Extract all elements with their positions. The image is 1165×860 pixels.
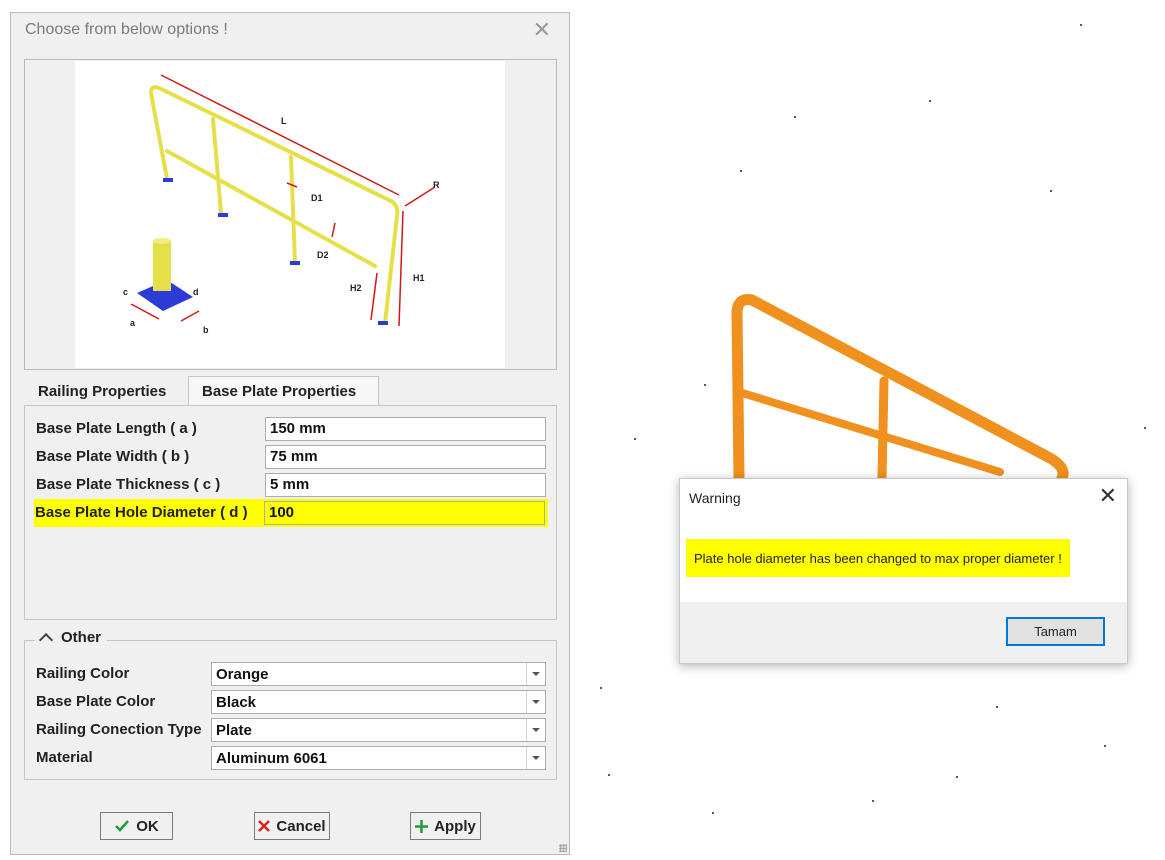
base-plate-mark [163, 178, 173, 182]
railing-3d-model [731, 294, 1069, 484]
cancel-button-label: Cancel [276, 817, 326, 835]
resize-grip[interactable] [559, 844, 567, 852]
prop-label-length: Base Plate Length ( a ) [36, 420, 197, 437]
railing-color-value: Orange [216, 666, 269, 683]
base-plate-mark [290, 261, 300, 265]
chevron-down-icon[interactable] [526, 691, 545, 713]
combo-row-base-plate-color: Base Plate Color Black [35, 690, 547, 714]
warning-title: Warning [689, 490, 741, 506]
length-input[interactable]: 150 mm [265, 417, 546, 441]
prop-row-length: Base Plate Length ( a ) 150 mm [35, 417, 547, 441]
dim-label-d2: D2 [317, 250, 329, 260]
ok-button-label: OK [136, 817, 159, 835]
warning-dialog: Warning ✕ Plate hole diameter has been c… [679, 478, 1128, 664]
combo-row-material: Material Aluminum 6061 [35, 746, 547, 770]
dim-label-h2: H2 [350, 283, 362, 293]
prop-label-thickness: Base Plate Thickness ( c ) [36, 476, 221, 493]
dim-label-h1: H1 [413, 273, 425, 283]
x-icon [258, 820, 271, 832]
combo-label-base-plate-color: Base Plate Color [36, 693, 156, 710]
dim-label-c: c [123, 287, 128, 297]
material-value: Aluminum 6061 [216, 750, 327, 767]
tamam-button[interactable]: Tamam [1006, 617, 1105, 646]
other-group: Other Railing Color Orange Base Plate Co… [24, 629, 557, 780]
model-viewport[interactable] [572, 0, 1165, 860]
hole-diameter-input[interactable]: 100 [264, 501, 545, 525]
prop-label-hole-diameter: Base Plate Hole Diameter ( d ) [35, 504, 248, 521]
chevron-down-icon[interactable] [526, 719, 545, 741]
chevron-down-icon[interactable] [526, 747, 545, 769]
dim-label-r: R [433, 180, 440, 190]
width-input[interactable]: 75 mm [265, 445, 546, 469]
base-plate-color-select[interactable]: Black [211, 690, 546, 714]
chevron-down-icon[interactable] [526, 663, 545, 685]
dim-label-d1: D1 [311, 193, 323, 203]
base-plate-mark [378, 321, 388, 325]
other-group-title: Other [61, 629, 102, 646]
cancel-button[interactable]: Cancel [254, 812, 330, 840]
detail-post [153, 241, 171, 291]
connection-type-select[interactable]: Plate [211, 718, 546, 742]
base-plate-panel: Base Plate Length ( a ) 150 mm Base Plat… [24, 405, 557, 620]
combo-label-connection-type: Railing Conection Type [36, 721, 202, 738]
other-group-header[interactable]: Other [35, 629, 108, 647]
prop-row-hole-diameter: Base Plate Hole Diameter ( d ) 100 [34, 499, 548, 527]
combo-row-railing-color: Railing Color Orange [35, 662, 547, 686]
preview-frame: L R D1 D2 H2 H1 a b c d [24, 59, 557, 370]
dim-label-d: d [193, 287, 199, 297]
apply-button-label: Apply [434, 817, 476, 835]
apply-button[interactable]: Apply [410, 812, 481, 840]
prop-row-width: Base Plate Width ( b ) 75 mm [35, 445, 547, 469]
chevron-up-icon[interactable] [38, 632, 54, 647]
plus-icon [415, 819, 429, 833]
railing-diagram-svg: L R D1 D2 H2 H1 a b c d [123, 74, 440, 335]
dim-label-a: a [130, 318, 136, 328]
tab-base-plate-properties[interactable]: Base Plate Properties [188, 376, 379, 406]
material-select[interactable]: Aluminum 6061 [211, 746, 546, 770]
combo-row-connection-type: Railing Conection Type Plate [35, 718, 547, 742]
prop-row-thickness: Base Plate Thickness ( c ) 5 mm [35, 473, 547, 497]
warning-footer: Tamam [680, 602, 1127, 663]
thickness-input[interactable]: 5 mm [265, 473, 546, 497]
close-icon[interactable]: ✕ [1099, 483, 1117, 509]
warning-message: Plate hole diameter has been changed to … [686, 539, 1070, 577]
base-plate-color-value: Black [216, 694, 257, 711]
combo-label-railing-color: Railing Color [36, 665, 130, 682]
check-icon [115, 820, 130, 832]
connection-type-value: Plate [216, 722, 252, 739]
tab-railing-properties[interactable]: Railing Properties [25, 376, 189, 406]
railing-diagram: L R D1 D2 H2 H1 a b c d [75, 61, 505, 368]
dialog-title: Choose from below options ! [25, 21, 228, 38]
dim-label-b: b [203, 325, 209, 335]
ok-button[interactable]: OK [100, 812, 173, 840]
prop-label-width: Base Plate Width ( b ) [36, 448, 190, 465]
railing-color-select[interactable]: Orange [211, 662, 546, 686]
close-icon[interactable]: ✕ [533, 17, 551, 43]
base-plate-mark [218, 213, 228, 217]
options-dialog: Choose from below options ! ✕ L R D1 D2 … [10, 12, 570, 855]
combo-label-material: Material [36, 749, 93, 766]
dim-label-l: L [281, 116, 287, 126]
